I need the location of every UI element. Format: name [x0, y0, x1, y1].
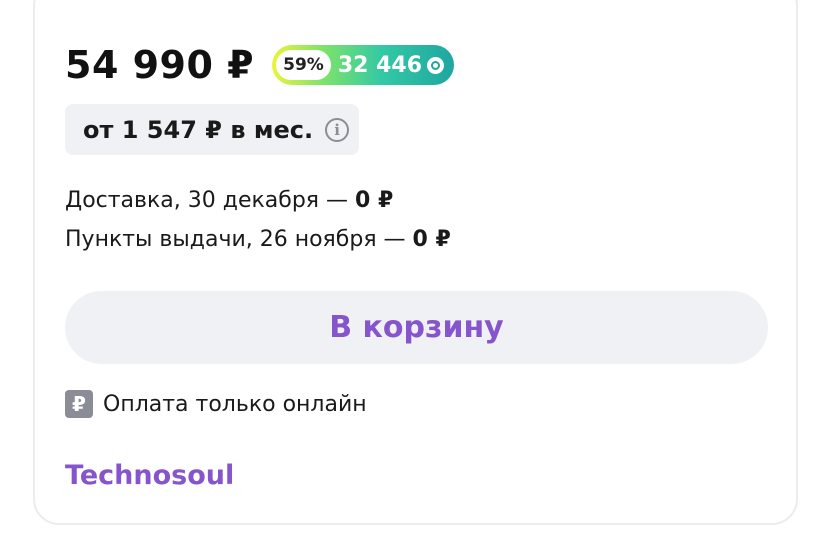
price-row: 54 990 ₽ 59% 32 446	[65, 42, 455, 88]
installment-text: от 1 547 ₽ в мес.	[83, 115, 314, 144]
delivery-courier-price: 0 ₽	[355, 188, 394, 213]
price: 54 990 ₽	[65, 43, 255, 87]
seller-link[interactable]: Technosoul	[65, 460, 234, 491]
delivery-pickup-price: 0 ₽	[412, 227, 451, 252]
installment-offer[interactable]: от 1 547 ₽ в мес. i	[65, 104, 360, 155]
delivery-pickup: Пункты выдачи, 26 ноября — 0 ₽	[65, 227, 451, 252]
bonus-coin-icon	[427, 56, 445, 74]
delivery-courier: Доставка, 30 декабря — 0 ₽	[65, 188, 393, 213]
payment-info: ₽ Оплата только онлайн	[65, 390, 367, 418]
info-icon[interactable]: i	[325, 117, 350, 142]
bonus-percent: 59%	[276, 50, 331, 80]
ruble-icon: ₽	[65, 390, 93, 418]
delivery-courier-label: Доставка, 30 декабря —	[65, 188, 356, 213]
delivery-pickup-label: Пункты выдачи, 26 ноября —	[65, 227, 413, 252]
bonus-badge[interactable]: 59% 32 446	[272, 45, 455, 85]
payment-text: Оплата только онлайн	[103, 391, 367, 417]
add-to-cart-button[interactable]: В корзину	[65, 291, 768, 364]
bonus-amount: 32 446	[337, 52, 423, 78]
